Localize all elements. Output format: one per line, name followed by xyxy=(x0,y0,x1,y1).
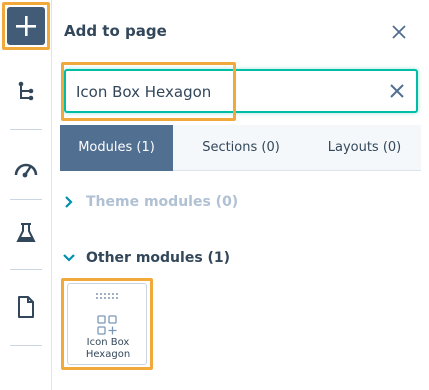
tab-layouts[interactable]: Layouts (0) xyxy=(308,125,421,171)
rail-divider xyxy=(10,129,42,130)
add-button[interactable] xyxy=(7,7,45,45)
module-card-label: Icon Box Hexagon xyxy=(85,337,131,360)
module-grid-icon xyxy=(97,315,117,335)
tab-bar: Modules (1) Sections (0) Layouts (0) xyxy=(60,125,421,171)
theme-modules-label: Theme modules (0) xyxy=(86,194,239,210)
close-icon[interactable] xyxy=(389,22,409,42)
tree-structure-icon[interactable] xyxy=(13,79,39,105)
add-button-highlight xyxy=(2,2,50,50)
theme-modules-group[interactable]: Theme modules (0) xyxy=(62,192,382,212)
module-card[interactable]: Icon Box Hexagon xyxy=(67,283,147,365)
speedometer-icon[interactable] xyxy=(13,156,39,182)
add-to-page-panel: Add to page Modules (1) Sections (0) Lay… xyxy=(52,0,429,390)
tab-modules[interactable]: Modules (1) xyxy=(60,125,173,171)
plus-icon xyxy=(16,16,36,36)
document-icon[interactable] xyxy=(13,294,39,320)
flask-icon[interactable] xyxy=(13,220,39,246)
editor-window: Add to page Modules (1) Sections (0) Lay… xyxy=(0,0,429,390)
other-modules-label: Other modules (1) xyxy=(86,250,231,266)
tab-sections[interactable]: Sections (0) xyxy=(182,125,300,171)
chevron-right-icon xyxy=(65,196,73,208)
rail-divider xyxy=(10,345,42,346)
search-highlight xyxy=(61,62,236,121)
other-modules-group[interactable]: Other modules (1) xyxy=(62,248,382,268)
rail-divider xyxy=(10,199,42,200)
clear-search-icon[interactable] xyxy=(388,82,406,100)
rail-divider xyxy=(10,269,42,270)
left-rail xyxy=(0,0,52,390)
chevron-down-icon xyxy=(63,254,75,262)
drag-handle-icon[interactable] xyxy=(95,292,121,300)
panel-title: Add to page xyxy=(64,22,167,40)
